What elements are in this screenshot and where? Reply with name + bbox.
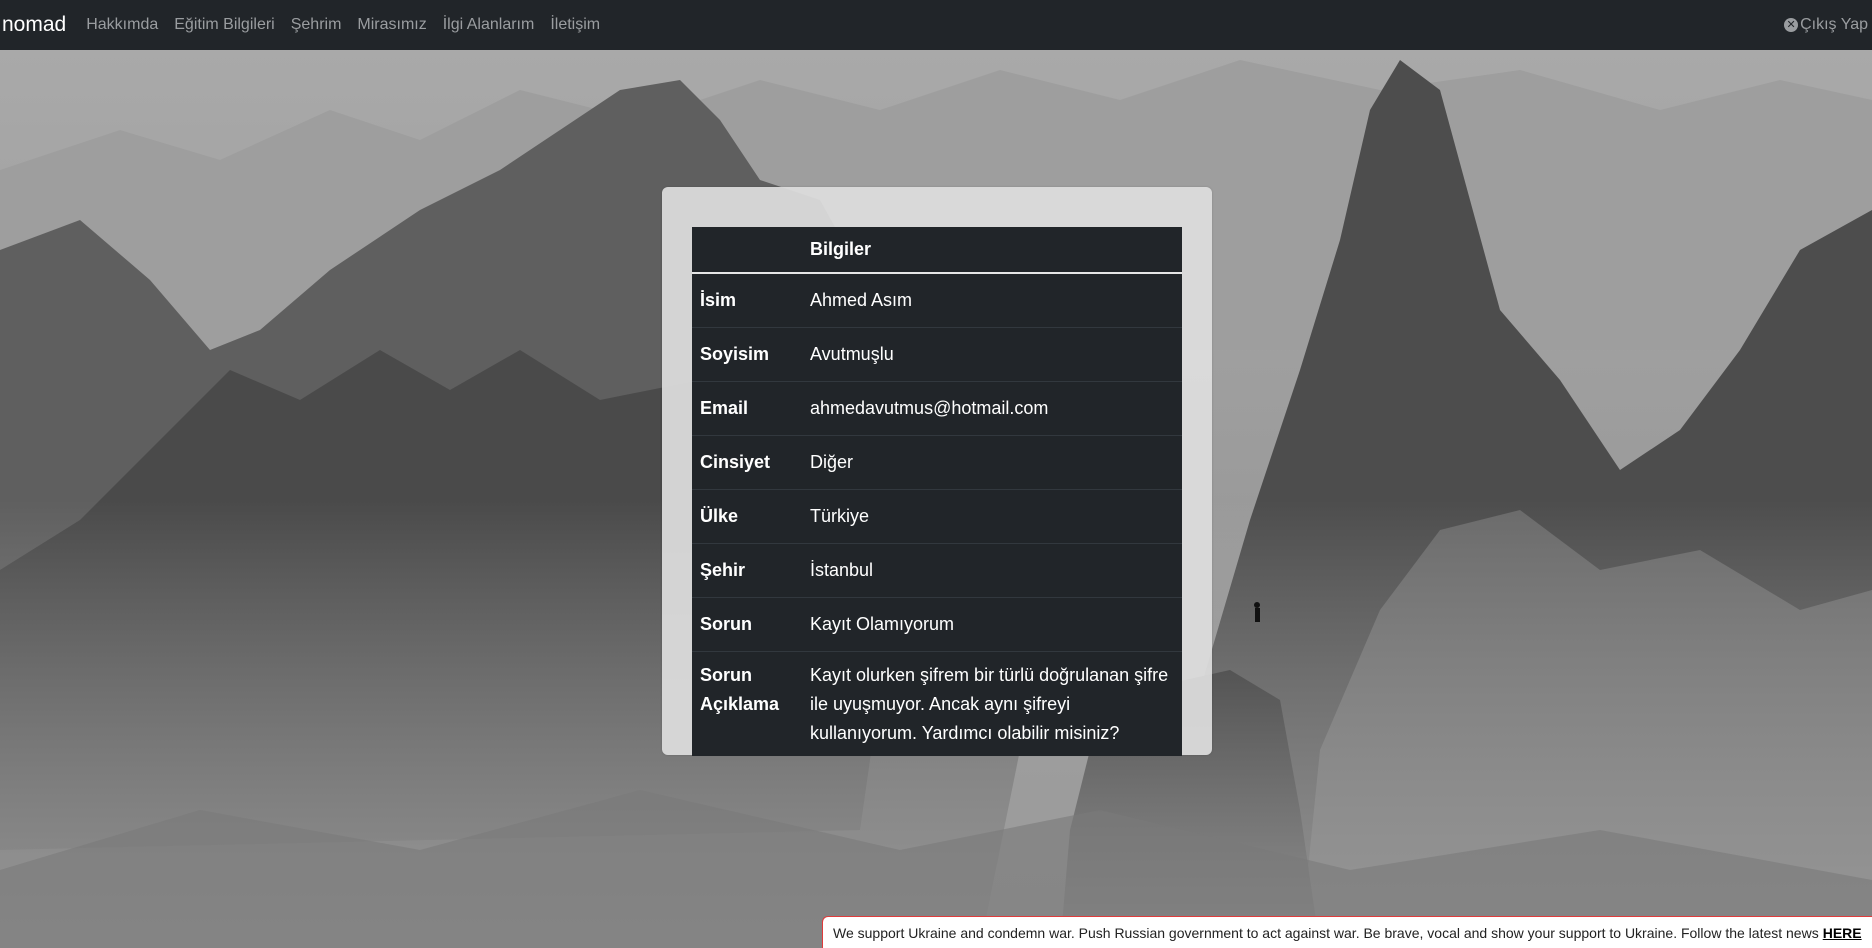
banner-text: We support Ukraine and condemn war. Push… — [833, 924, 1819, 941]
row-key: İsim — [700, 290, 737, 310]
navbar: nomad Hakkımda Eğitim Bilgileri Şehrim M… — [0, 0, 1872, 50]
row-key: Şehir — [692, 543, 802, 598]
table-row: Cinsiyet Diğer — [692, 435, 1182, 490]
table-header-empty — [692, 227, 802, 274]
nav-link-sehrim[interactable]: Şehrim — [283, 16, 350, 34]
nav-link-iletisim[interactable]: İletişim — [542, 16, 608, 34]
table-row: Sorun Açıklama Kayıt olurken şifrem bir … — [692, 651, 1182, 756]
row-value: Türkiye — [802, 489, 1182, 544]
row-key: Sorun Açıklama — [692, 651, 802, 756]
banner-here-link[interactable]: HERE — [1823, 925, 1862, 941]
info-card: Bilgiler İsim Ahmed Asım Soyisim Avutmuş… — [662, 187, 1212, 756]
row-value: Ahmed Asım — [810, 290, 913, 310]
brand-logo[interactable]: nomad — [2, 13, 66, 37]
table-row: Ülke Türkiye — [692, 489, 1182, 544]
nav-link-hakkimda[interactable]: Hakkımda — [78, 16, 166, 34]
row-value: Kayıt Olamıyorum — [802, 597, 1182, 652]
row-key: Cinsiyet — [692, 435, 802, 490]
row-value: Diğer — [802, 435, 1182, 490]
row-key: Soyisim — [692, 327, 802, 382]
table-row: Sorun Kayıt Olamıyorum — [692, 597, 1182, 652]
nav-link-egitim-bilgileri[interactable]: Eğitim Bilgileri — [166, 16, 282, 34]
row-value: ahmedavutmus@hotmail.com — [802, 381, 1182, 436]
nav-link-mirasimiz[interactable]: Mirasımız — [349, 16, 434, 34]
row-value: Kayıt olurken şifrem bir türlü doğrulana… — [802, 651, 1182, 756]
table-row: Şehir İstanbul — [692, 543, 1182, 598]
row-key: Ülke — [692, 489, 802, 544]
nav-links: Hakkımda Eğitim Bilgileri Şehrim Mirasım… — [78, 16, 608, 34]
table-header-bilgiler: Bilgiler — [802, 227, 1182, 274]
ukraine-support-banner: We support Ukraine and condemn war. Push… — [822, 916, 1872, 948]
close-circle-icon: ✕ — [1784, 18, 1799, 32]
table-header-row: Bilgiler — [692, 227, 1182, 274]
row-value: İstanbul — [802, 543, 1182, 598]
table-row: İsim Ahmed Asım — [692, 273, 1182, 328]
table-row: Soyisim Avutmuşlu — [692, 327, 1182, 382]
info-table: Bilgiler İsim Ahmed Asım Soyisim Avutmuş… — [692, 227, 1182, 756]
table-row: Email ahmedavutmus@hotmail.com — [692, 381, 1182, 436]
row-key: Email — [692, 381, 802, 436]
row-value: Avutmuşlu — [802, 327, 1182, 382]
row-key: Sorun — [692, 597, 802, 652]
logout-label: Çıkış Yap — [1800, 16, 1868, 33]
nav-link-ilgi-alanlarim[interactable]: İlgi Alanlarım — [435, 16, 543, 34]
logout-button[interactable]: ✕ Çıkış Yap — [1784, 0, 1868, 50]
